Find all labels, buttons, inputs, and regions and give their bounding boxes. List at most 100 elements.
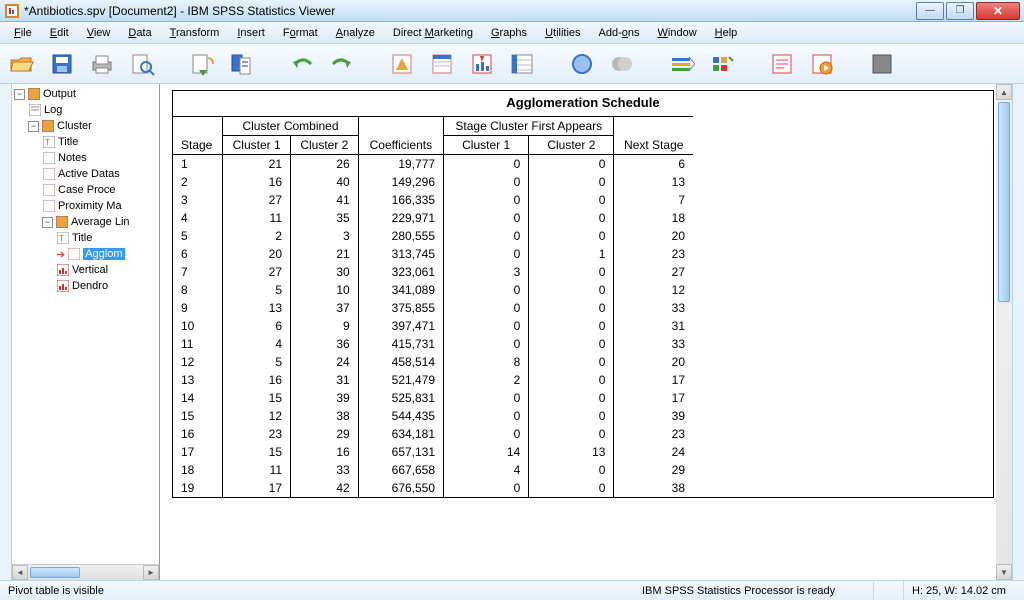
tree-label: Cluster — [57, 120, 92, 132]
tree-node-title[interactable]: T Title — [14, 134, 159, 150]
scroll-up-icon[interactable]: ▲ — [996, 84, 1012, 100]
scroll-right-icon[interactable]: ► — [143, 565, 159, 580]
tree-node-cluster[interactable]: − Cluster — [14, 118, 159, 134]
collapse-icon[interactable]: − — [42, 217, 53, 228]
table-row[interactable]: 41135229,9710018 — [173, 209, 693, 227]
table-row[interactable]: 21640149,2960013 — [173, 173, 693, 191]
cell: 19,777 — [358, 155, 443, 174]
menu-help[interactable]: Help — [707, 25, 746, 41]
value-labels-icon[interactable] — [606, 48, 638, 80]
minimize-button[interactable]: — — [916, 2, 944, 20]
cell: 21 — [291, 245, 359, 263]
outline-pane[interactable]: − Output Log − Cluster T Title Notes — [12, 84, 160, 580]
tree-node-proximity[interactable]: Proximity Ma — [14, 198, 159, 214]
table-row[interactable]: 162329634,1810023 — [173, 425, 693, 443]
menu-addons[interactable]: Add-ons — [591, 25, 648, 41]
table-row[interactable]: 72730323,0613027 — [173, 263, 693, 281]
menu-direct-marketing[interactable]: Direct Marketing — [385, 25, 481, 41]
table-row[interactable]: 1212619,777006 — [173, 155, 693, 174]
outline-hscrollbar[interactable]: ◄ ► — [12, 564, 159, 580]
table-row[interactable]: 8510341,0890012 — [173, 281, 693, 299]
goto-case-icon[interactable] — [426, 48, 458, 80]
table-row[interactable]: 191742676,5500038 — [173, 479, 693, 497]
goto-variable-icon[interactable] — [466, 48, 498, 80]
title-icon: T — [42, 135, 56, 149]
collapse-icon[interactable]: − — [28, 121, 39, 132]
save-icon[interactable] — [46, 48, 78, 80]
menu-utilities[interactable]: Utilities — [537, 25, 588, 41]
run-pending-icon[interactable] — [806, 48, 838, 80]
table-row[interactable]: 131631521,4792017 — [173, 371, 693, 389]
cell: 31 — [291, 371, 359, 389]
use-sets-icon[interactable] — [666, 48, 698, 80]
scroll-down-icon[interactable]: ▼ — [996, 564, 1012, 580]
menu-window[interactable]: Window — [650, 25, 705, 41]
menu-view[interactable]: View — [79, 25, 119, 41]
cell: 4 — [444, 461, 529, 479]
scroll-thumb[interactable] — [998, 102, 1010, 302]
menu-edit[interactable]: Edit — [42, 25, 77, 41]
cell: Cluster 1 — [223, 136, 291, 155]
table-row[interactable]: 12524458,5148020 — [173, 353, 693, 371]
tree-node-output[interactable]: − Output — [14, 86, 159, 102]
cell — [614, 117, 693, 136]
print-preview-icon[interactable] — [126, 48, 158, 80]
undo-icon[interactable] — [286, 48, 318, 80]
table-row[interactable]: 62021313,7450123 — [173, 245, 693, 263]
table-row[interactable]: 523280,5550020 — [173, 227, 693, 245]
window-title: *Antibiotics.spv [Document2] - IBM SPSS … — [24, 4, 916, 18]
tree-node-dendro[interactable]: Dendro — [14, 278, 159, 294]
menu-format[interactable]: Format — [275, 25, 326, 41]
export-icon[interactable] — [186, 48, 218, 80]
cell: 0 — [529, 155, 614, 174]
scroll-left-icon[interactable]: ◄ — [12, 565, 28, 580]
table-row[interactable]: 11436415,7310033 — [173, 335, 693, 353]
table-row[interactable]: 151238544,4350039 — [173, 407, 693, 425]
cell: 14 — [173, 389, 223, 407]
table-row[interactable]: 181133667,6584029 — [173, 461, 693, 479]
menu-insert[interactable]: Insert — [229, 25, 273, 41]
variables-icon[interactable] — [506, 48, 538, 80]
table-row[interactable]: 91337375,8550033 — [173, 299, 693, 317]
tree-node-case-processing[interactable]: Case Proce — [14, 182, 159, 198]
table-row[interactable]: 171516657,131141324 — [173, 443, 693, 461]
cell: 18 — [614, 209, 693, 227]
tree-node-agglom[interactable]: ➔ Agglom — [14, 246, 159, 262]
collapse-icon[interactable]: − — [14, 89, 25, 100]
table-row[interactable]: 1069397,4710031 — [173, 317, 693, 335]
show-all-icon[interactable] — [706, 48, 738, 80]
pivot-table[interactable]: Agglomeration Schedule Cluster CombinedS… — [172, 90, 994, 498]
tree-node-notes[interactable]: Notes — [14, 150, 159, 166]
menu-transform[interactable]: Transform — [162, 25, 228, 41]
tree-node-vertical[interactable]: Vertical — [14, 262, 159, 278]
menu-file[interactable]: File — [6, 25, 40, 41]
table-row[interactable]: 32741166,335007 — [173, 191, 693, 209]
select-cases-icon[interactable] — [566, 48, 598, 80]
create-graph-icon[interactable] — [866, 48, 898, 80]
maximize-button[interactable]: ❐ — [946, 2, 974, 20]
scroll-track[interactable] — [28, 565, 143, 580]
menu-graphs[interactable]: Graphs — [483, 25, 535, 41]
tree-node-active-dataset[interactable]: Active Datas — [14, 166, 159, 182]
cell: 3 — [444, 263, 529, 281]
designate-window-icon[interactable] — [766, 48, 798, 80]
redo-icon[interactable] — [326, 48, 358, 80]
tree-node-log[interactable]: Log — [14, 102, 159, 118]
table-row[interactable]: 141539525,8310017 — [173, 389, 693, 407]
close-button[interactable]: ✕ — [976, 2, 1020, 20]
scroll-track[interactable] — [996, 100, 1012, 564]
status-dimensions: H: 25, W: 14.02 cm — [904, 581, 1024, 600]
tree-node-average-linkage[interactable]: − Average Lin — [14, 214, 159, 230]
cell: 6 — [173, 245, 223, 263]
open-icon[interactable] — [6, 48, 38, 80]
menu-analyze[interactable]: Analyze — [328, 25, 383, 41]
scroll-thumb[interactable] — [30, 567, 80, 578]
menu-data[interactable]: Data — [120, 25, 159, 41]
viewer-vscrollbar[interactable]: ▲ ▼ — [996, 84, 1012, 580]
print-icon[interactable] — [86, 48, 118, 80]
recall-dialog-icon[interactable] — [226, 48, 258, 80]
goto-data-icon[interactable] — [386, 48, 418, 80]
cell: 21 — [223, 155, 291, 174]
viewer-pane[interactable]: Agglomeration Schedule Cluster CombinedS… — [160, 84, 1012, 580]
tree-node-avg-title[interactable]: T Title — [14, 230, 159, 246]
